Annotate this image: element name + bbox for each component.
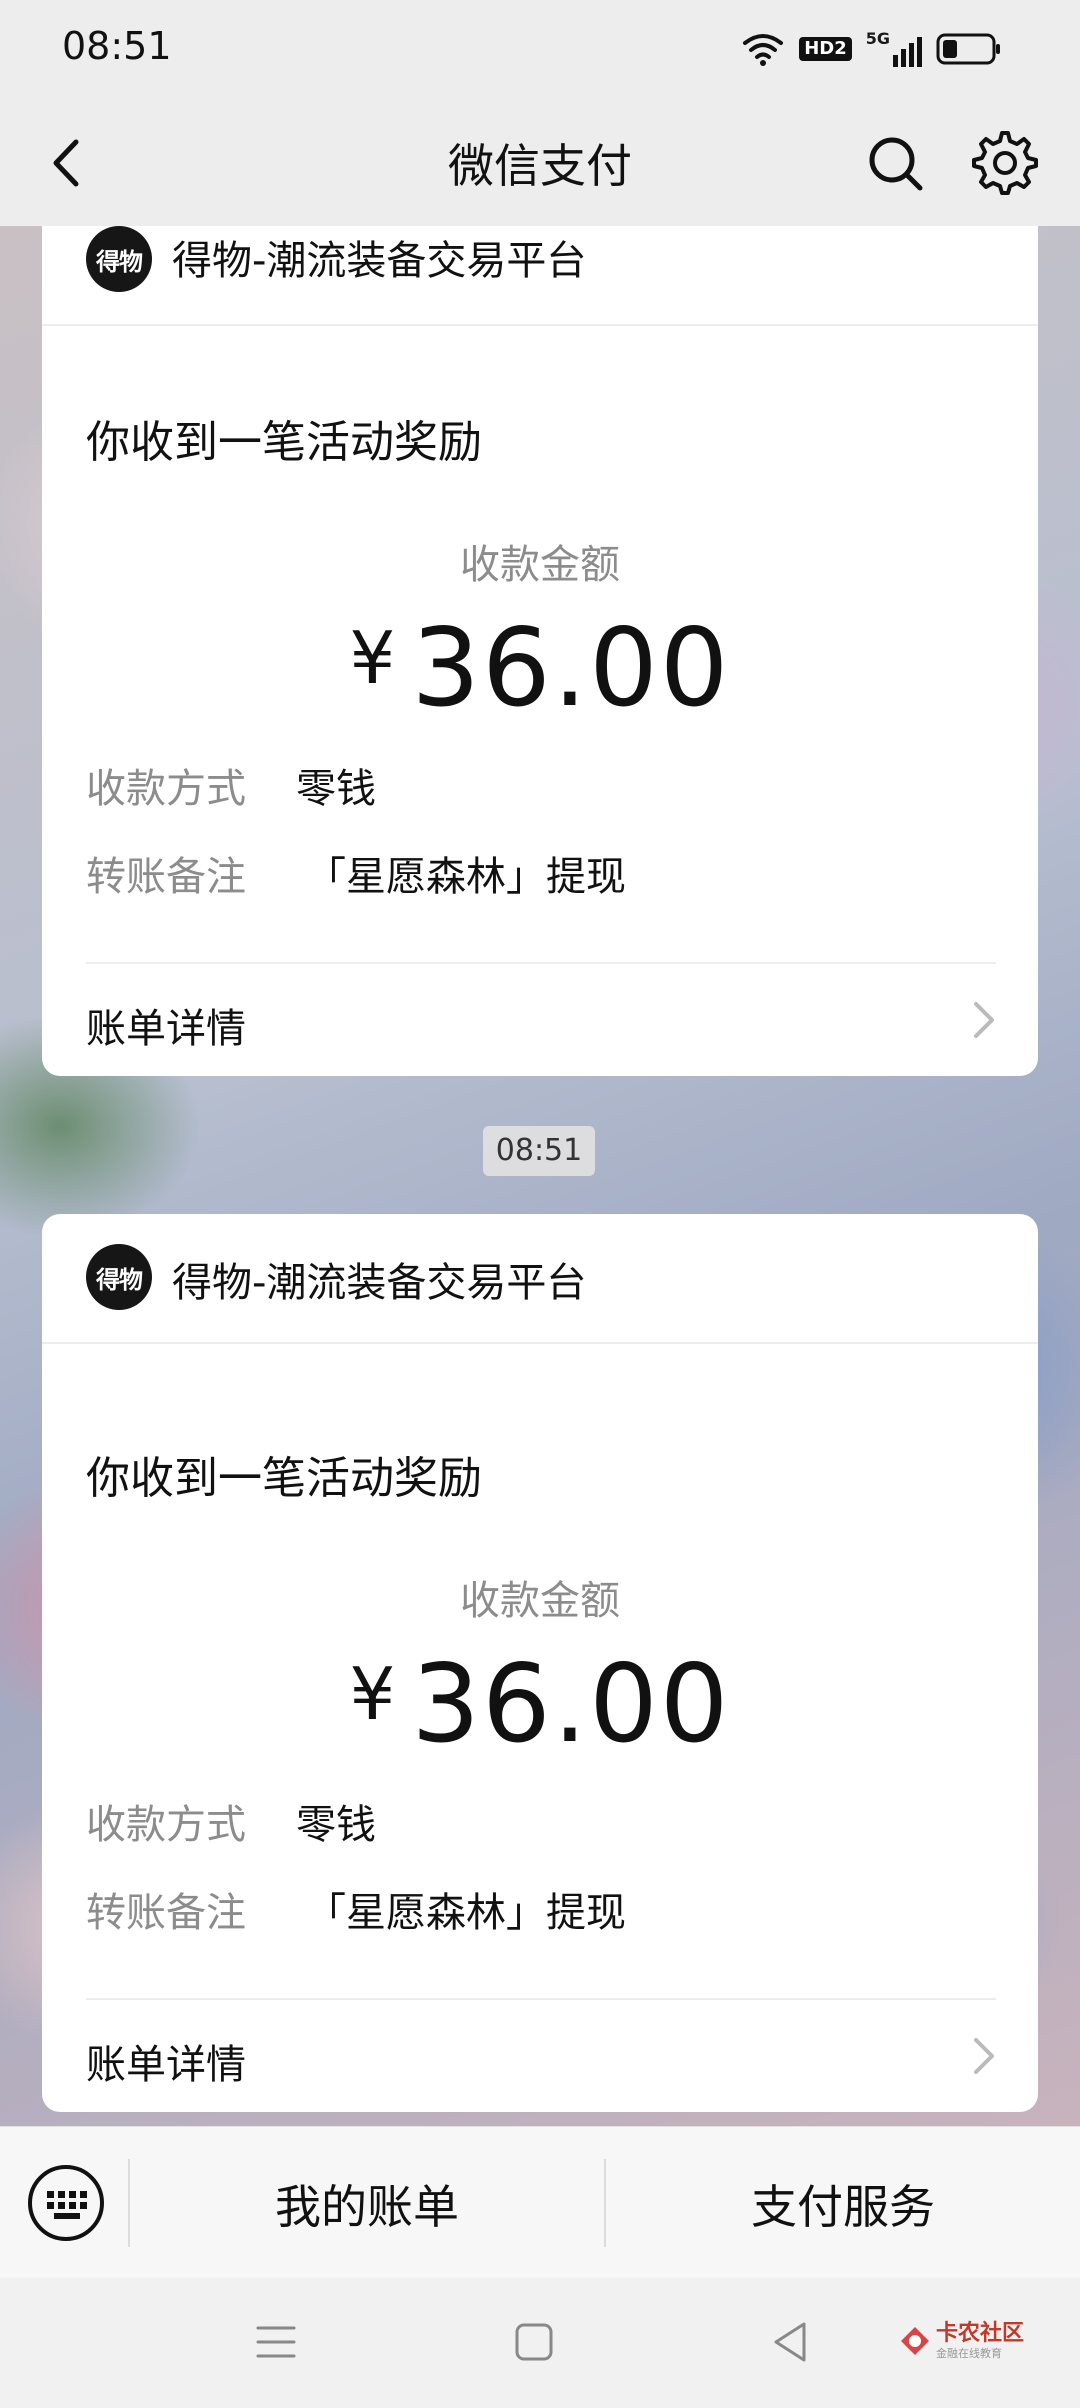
home-icon[interactable] (506, 2314, 562, 2370)
watermark-subtext: 金融在线教育 (936, 2347, 1002, 2360)
status-time: 08:51 (62, 24, 172, 68)
settings-icon[interactable] (970, 128, 1040, 198)
keyboard-icon[interactable] (26, 2163, 106, 2243)
watermark: 卡农社区 金融在线教育 (898, 2316, 1024, 2366)
payment-services-menu[interactable]: 支付服务 (606, 2171, 1080, 2237)
menu-icon[interactable] (248, 2314, 304, 2370)
transfer-note-label: 转账备注 (86, 1890, 246, 1936)
merchant-name: 得物-潮流装备交易平台 (172, 238, 587, 284)
payment-card[interactable]: 得物 得物-潮流装备交易平台 你收到一笔活动奖励 收款金额 ¥36.00 收款方… (42, 226, 1038, 1076)
system-nav-bar: 卡农社区 金融在线教育 (0, 2278, 1080, 2408)
status-bar: 08:51 HD2 5G (0, 0, 1080, 100)
transfer-note-label: 转账备注 (86, 854, 246, 900)
card-header[interactable]: 得物 得物-潮流装备交易平台 (42, 1214, 1038, 1344)
status-icons: HD2 5G (741, 26, 1002, 72)
chat-area[interactable]: 得物 得物-潮流装备交易平台 你收到一笔活动奖励 收款金额 ¥36.00 收款方… (0, 226, 1080, 2126)
currency-symbol: ¥ (349, 1652, 398, 1736)
amount-label: 收款金额 (460, 542, 620, 588)
my-bills-menu[interactable]: 我的账单 (130, 2171, 604, 2237)
card-divider (86, 1998, 996, 2000)
payment-method-label: 收款方式 (86, 1802, 246, 1848)
merchant-logo-icon: 得物 (86, 1244, 152, 1310)
payment-method-value: 零钱 (296, 766, 376, 812)
hd-icon: HD2 (799, 37, 852, 61)
amount-value: ¥36.00 (42, 1642, 1038, 1767)
search-icon[interactable] (862, 130, 928, 196)
merchant-logo-icon: 得物 (86, 226, 152, 292)
bill-details-link[interactable]: 账单详情 (86, 996, 246, 1054)
merchant-name: 得物-潮流装备交易平台 (172, 1260, 587, 1306)
card-header[interactable]: 得物 得物-潮流装备交易平台 (42, 226, 1038, 326)
bottom-menu: 我的账单 支付服务 (0, 2126, 1080, 2278)
chevron-right-icon[interactable] (970, 998, 998, 1042)
watermark-logo-icon (901, 2327, 929, 2355)
chevron-right-icon[interactable] (970, 2034, 998, 2078)
message-title: 你收到一笔活动奖励 (86, 1453, 482, 1504)
message-timestamp: 08:51 (483, 1126, 595, 1176)
amount-number: 36.00 (411, 606, 731, 731)
nav-bar: 微信支付 (0, 100, 1080, 226)
payment-card[interactable]: 得物 得物-潮流装备交易平台 你收到一笔活动奖励 收款金额 ¥36.00 收款方… (42, 1214, 1038, 2112)
amount-label: 收款金额 (460, 1578, 620, 1624)
bill-details-link[interactable]: 账单详情 (86, 2032, 246, 2090)
5g-signal-icon: 5G (866, 31, 922, 67)
transfer-note-value: 「星愿森林」提现 (306, 1890, 626, 1936)
wifi-icon (743, 34, 784, 66)
amount-value: ¥36.00 (42, 606, 1038, 731)
payment-method-value: 零钱 (296, 1802, 376, 1848)
battery-icon (936, 33, 1000, 65)
currency-symbol: ¥ (349, 616, 398, 700)
back-triangle-icon[interactable] (762, 2314, 818, 2370)
card-divider (86, 962, 996, 964)
transfer-note-value: 「星愿森林」提现 (306, 854, 626, 900)
watermark-text: 卡农社区 (936, 2321, 1025, 2346)
amount-number: 36.00 (411, 1642, 731, 1767)
network-type-label: 5G (865, 29, 890, 48)
payment-method-label: 收款方式 (86, 766, 246, 812)
message-title: 你收到一笔活动奖励 (86, 417, 482, 468)
